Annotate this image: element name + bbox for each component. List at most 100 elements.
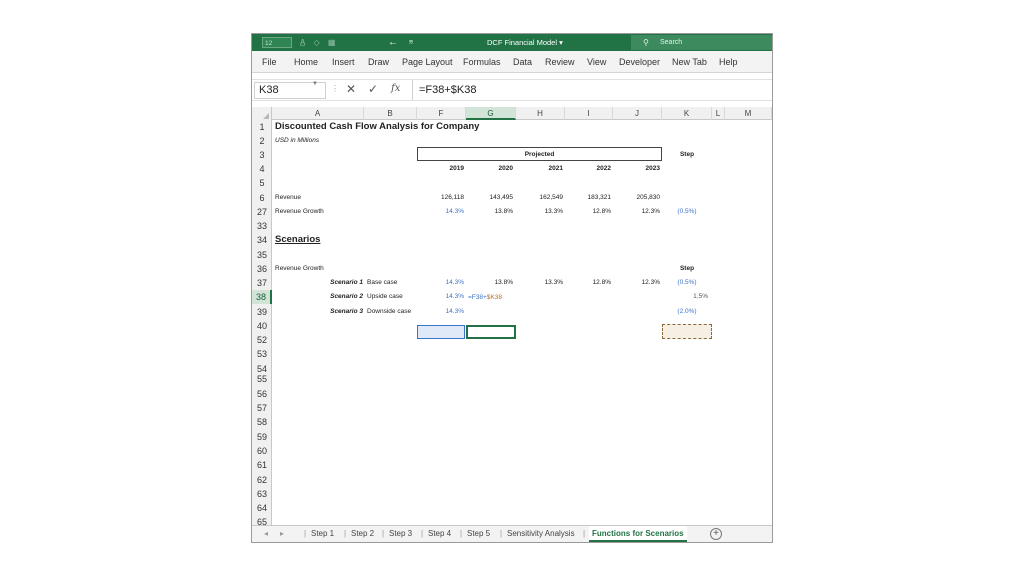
row-header[interactable]: 40 xyxy=(252,319,272,333)
cell-f38-highlight[interactable] xyxy=(417,325,465,339)
font-size-box[interactable]: 12 xyxy=(262,37,292,48)
column-header-l[interactable]: L xyxy=(712,107,725,120)
row-header-selected[interactable]: 38 xyxy=(252,290,272,304)
document-title[interactable]: DCF Financial Model ▾ xyxy=(487,34,563,51)
column-header-i[interactable]: I xyxy=(565,107,613,120)
growth-step-cell[interactable]: (0.5%) xyxy=(662,205,712,219)
scenario-3-desc: Downside case xyxy=(367,305,411,319)
tab-review[interactable]: Review xyxy=(545,51,575,73)
insert-function-icon[interactable]: fx xyxy=(391,83,400,94)
scenario-1-cell[interactable]: 13.8% xyxy=(466,276,513,290)
cell-g38-formula[interactable]: =F38+$K38 xyxy=(468,291,502,305)
sheet-tab-step-3[interactable]: Step 3 xyxy=(389,526,412,542)
tab-view[interactable]: View xyxy=(587,51,606,73)
tab-scroll-left-icon[interactable]: ◂ xyxy=(264,526,268,542)
tab-page-layout[interactable]: Page Layout xyxy=(402,51,453,73)
row-header[interactable]: 59 xyxy=(252,430,272,444)
revenue-cell[interactable]: 205,830 xyxy=(613,191,660,205)
row-header[interactable]: 64 xyxy=(252,501,272,515)
row-header[interactable]: 62 xyxy=(252,473,272,487)
revenue-cell[interactable]: 143,495 xyxy=(466,191,513,205)
cancel-icon[interactable]: ✕ xyxy=(346,82,356,96)
revenue-cell[interactable]: 126,118 xyxy=(417,191,464,205)
scenario-1-cell[interactable]: 12.3% xyxy=(613,276,660,290)
row-header[interactable]: 58 xyxy=(252,415,272,429)
customize-toolbar-icon[interactable]: ⩳ xyxy=(409,37,413,48)
cell-k38-reference[interactable] xyxy=(662,324,712,339)
row-header[interactable]: 61 xyxy=(252,458,272,472)
row-header[interactable]: 1 xyxy=(252,120,272,134)
sheet-tab-step-2[interactable]: Step 2 xyxy=(351,526,374,542)
column-header-a[interactable]: A xyxy=(272,107,364,120)
enter-check-icon[interactable]: ✓ xyxy=(368,82,378,96)
add-sheet-icon[interactable]: + xyxy=(710,528,722,540)
tab-insert[interactable]: Insert xyxy=(332,51,355,73)
growth-cell[interactable]: 13.3% xyxy=(516,205,563,219)
sheet-tab-step-4[interactable]: Step 4 xyxy=(428,526,451,542)
tab-home[interactable]: Home xyxy=(294,51,318,73)
scenario-1-cell[interactable]: 13.3% xyxy=(516,276,563,290)
formula-input[interactable]: =F38+$K38 xyxy=(412,80,770,100)
scenario-3-step[interactable]: (2.0%) xyxy=(662,305,712,319)
column-header-h[interactable]: H xyxy=(516,107,565,120)
sheet-tab-sensitivity-analysis[interactable]: Sensitivity Analysis xyxy=(507,526,575,542)
row-header[interactable]: 2 xyxy=(252,134,272,148)
undo-icon[interactable]: ← xyxy=(388,37,398,48)
row-header[interactable]: 39 xyxy=(252,305,272,319)
row-header[interactable]: 27 xyxy=(252,205,272,219)
row-header[interactable]: 33 xyxy=(252,219,272,233)
row-header[interactable]: 35 xyxy=(252,248,272,262)
search-icon: ⚲ xyxy=(643,35,649,50)
row-header[interactable]: 6 xyxy=(252,191,272,205)
sheet-tab-step-5[interactable]: Step 5 xyxy=(467,526,490,542)
revenue-cell[interactable]: 183,321 xyxy=(565,191,611,205)
column-header-m[interactable]: M xyxy=(725,107,772,120)
tab-file[interactable]: File xyxy=(262,51,277,73)
row-header[interactable]: 53 xyxy=(252,347,272,361)
scenario-1-step[interactable]: (0.5%) xyxy=(662,276,712,290)
revenue-cell[interactable]: 162,549 xyxy=(516,191,563,205)
tab-scroll-right-icon[interactable]: ▸ xyxy=(280,526,284,542)
row-header[interactable]: 60 xyxy=(252,444,272,458)
row-header[interactable]: 4 xyxy=(252,162,272,176)
scenario-2-f-cell[interactable]: 14.3% xyxy=(417,290,464,304)
tab-new-tab[interactable]: New Tab xyxy=(672,51,707,73)
row-header[interactable]: 3 xyxy=(252,148,272,162)
sheet-title: Discounted Cash Flow Analysis for Compan… xyxy=(275,120,479,134)
tab-help[interactable]: Help xyxy=(719,51,738,73)
scenario-2-step[interactable]: 1.5% xyxy=(662,290,708,304)
growth-cell[interactable]: 13.8% xyxy=(466,205,513,219)
chevron-down-icon[interactable]: ▼ xyxy=(312,81,318,87)
select-all-corner[interactable] xyxy=(252,107,272,120)
search-box[interactable]: ⚲ Search xyxy=(631,35,772,50)
row-header[interactable]: 34 xyxy=(252,233,272,247)
cell-g38-active[interactable] xyxy=(466,325,516,339)
tab-formulas[interactable]: Formulas xyxy=(463,51,501,73)
scenario-3-f-cell[interactable]: 14.3% xyxy=(417,305,464,319)
column-header-g[interactable]: G xyxy=(466,107,516,120)
row-header[interactable]: 36 xyxy=(252,262,272,276)
sheet-tab-functions-for-scenarios[interactable]: Functions for Scenarios xyxy=(589,526,687,542)
row-header[interactable]: 56 xyxy=(252,387,272,401)
growth-cell[interactable]: 12.8% xyxy=(565,205,611,219)
column-header-j[interactable]: J xyxy=(613,107,662,120)
scenario-1-cell[interactable]: 14.3% xyxy=(417,276,464,290)
row-header[interactable]: 37 xyxy=(252,276,272,290)
column-header-k[interactable]: K xyxy=(662,107,712,120)
row-header[interactable]: 57 xyxy=(252,401,272,415)
quick-access-format-icons[interactable]: A̲ ◇ ▦ xyxy=(300,37,339,48)
row-header[interactable]: 5 xyxy=(252,176,272,190)
worksheet-grid[interactable]: A B F G H I J K L M 1 2 3 4 5 6 27 33 34… xyxy=(252,107,772,525)
sheet-tab-step-1[interactable]: Step 1 xyxy=(311,526,334,542)
growth-cell[interactable]: 12.3% xyxy=(613,205,660,219)
column-header-b[interactable]: B xyxy=(364,107,417,120)
row-header[interactable]: 52 xyxy=(252,333,272,347)
growth-cell[interactable]: 14.3% xyxy=(417,205,464,219)
row-header[interactable]: 55 xyxy=(252,372,272,386)
scenario-1-cell[interactable]: 12.8% xyxy=(565,276,611,290)
tab-draw[interactable]: Draw xyxy=(368,51,389,73)
tab-data[interactable]: Data xyxy=(513,51,532,73)
row-header[interactable]: 63 xyxy=(252,487,272,501)
tab-developer[interactable]: Developer xyxy=(619,51,660,73)
column-header-f[interactable]: F xyxy=(417,107,466,120)
